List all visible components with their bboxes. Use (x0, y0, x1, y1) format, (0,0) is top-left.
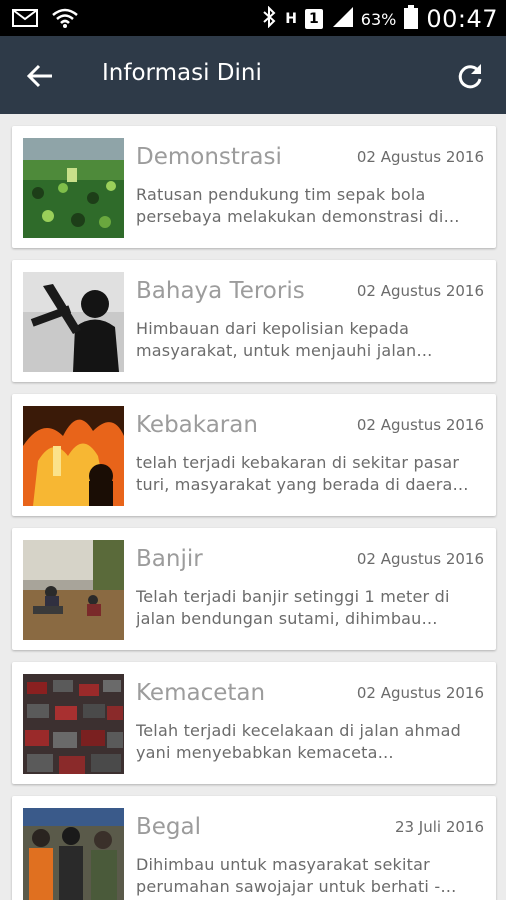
list-item-kemacetan[interactable]: Kemacetan 02 Agustus 2016 Telah terjadi … (12, 662, 496, 784)
news-thumbnail (23, 540, 124, 640)
news-thumbnail (23, 138, 124, 238)
news-title: Kemacetan (136, 680, 266, 706)
news-date: 02 Agustus 2016 (356, 684, 484, 702)
network-type-indicator: H (285, 11, 298, 27)
news-date: 02 Agustus 2016 (356, 416, 484, 434)
clock: 00:47 (426, 5, 498, 33)
news-thumbnail (23, 808, 124, 900)
news-title: Demonstrasi (136, 144, 282, 170)
refresh-icon[interactable] (454, 60, 486, 92)
news-date: 02 Agustus 2016 (356, 148, 484, 166)
list-item-bahaya-teroris[interactable]: Bahaya Teroris 02 Agustus 2016 Himbauan … (12, 260, 496, 382)
email-icon (12, 8, 38, 32)
sim-slot-badge: 1 (305, 9, 323, 29)
list-item-begal[interactable]: Begal 23 Juli 2016 Dihimbau untuk masyar… (12, 796, 496, 900)
news-title: Banjir (136, 546, 203, 572)
news-thumbnail (23, 406, 124, 506)
news-description: telah terjadi kebakaran di sekitar pasar… (136, 453, 469, 494)
wifi-icon (52, 7, 78, 33)
news-description: Telah terjadi kecelakaan di jalan ahmad … (136, 721, 461, 762)
news-date: 02 Agustus 2016 (356, 282, 484, 300)
battery-icon (404, 5, 419, 33)
app-bar: Informasi Dini (0, 36, 506, 114)
news-thumbnail (23, 674, 124, 774)
list-item-demonstrasi[interactable]: Demonstrasi 02 Agustus 2016 Ratusan pend… (12, 126, 496, 248)
back-arrow-icon[interactable] (24, 60, 56, 92)
news-description: Dihimbau untuk masyarakat sekitar peruma… (136, 855, 457, 896)
news-thumbnail (23, 272, 124, 372)
bluetooth-icon (261, 5, 277, 32)
news-list: Demonstrasi 02 Agustus 2016 Ratusan pend… (0, 114, 506, 900)
signal-icon (331, 7, 353, 31)
news-date: 02 Agustus 2016 (356, 550, 484, 568)
news-title: Bahaya Teroris (136, 278, 305, 304)
list-item-banjir[interactable]: Banjir 02 Agustus 2016 Telah terjadi ban… (12, 528, 496, 650)
status-bar: H 1 63% 00:47 (0, 0, 506, 36)
battery-percent: 63% (360, 9, 397, 29)
news-date: 23 Juli 2016 (394, 818, 484, 836)
news-title: Begal (136, 814, 202, 840)
page-title: Informasi Dini (102, 60, 262, 86)
news-description: Ratusan pendukung tim sepak bola perseba… (136, 185, 460, 226)
news-description: Telah terjadi banjir setinggi 1 meter di… (136, 587, 450, 628)
list-item-kebakaran[interactable]: Kebakaran 02 Agustus 2016 telah terjadi … (12, 394, 496, 516)
news-title: Kebakaran (136, 412, 258, 438)
news-description: Himbauan dari kepolisian kepada masyarak… (136, 319, 433, 360)
